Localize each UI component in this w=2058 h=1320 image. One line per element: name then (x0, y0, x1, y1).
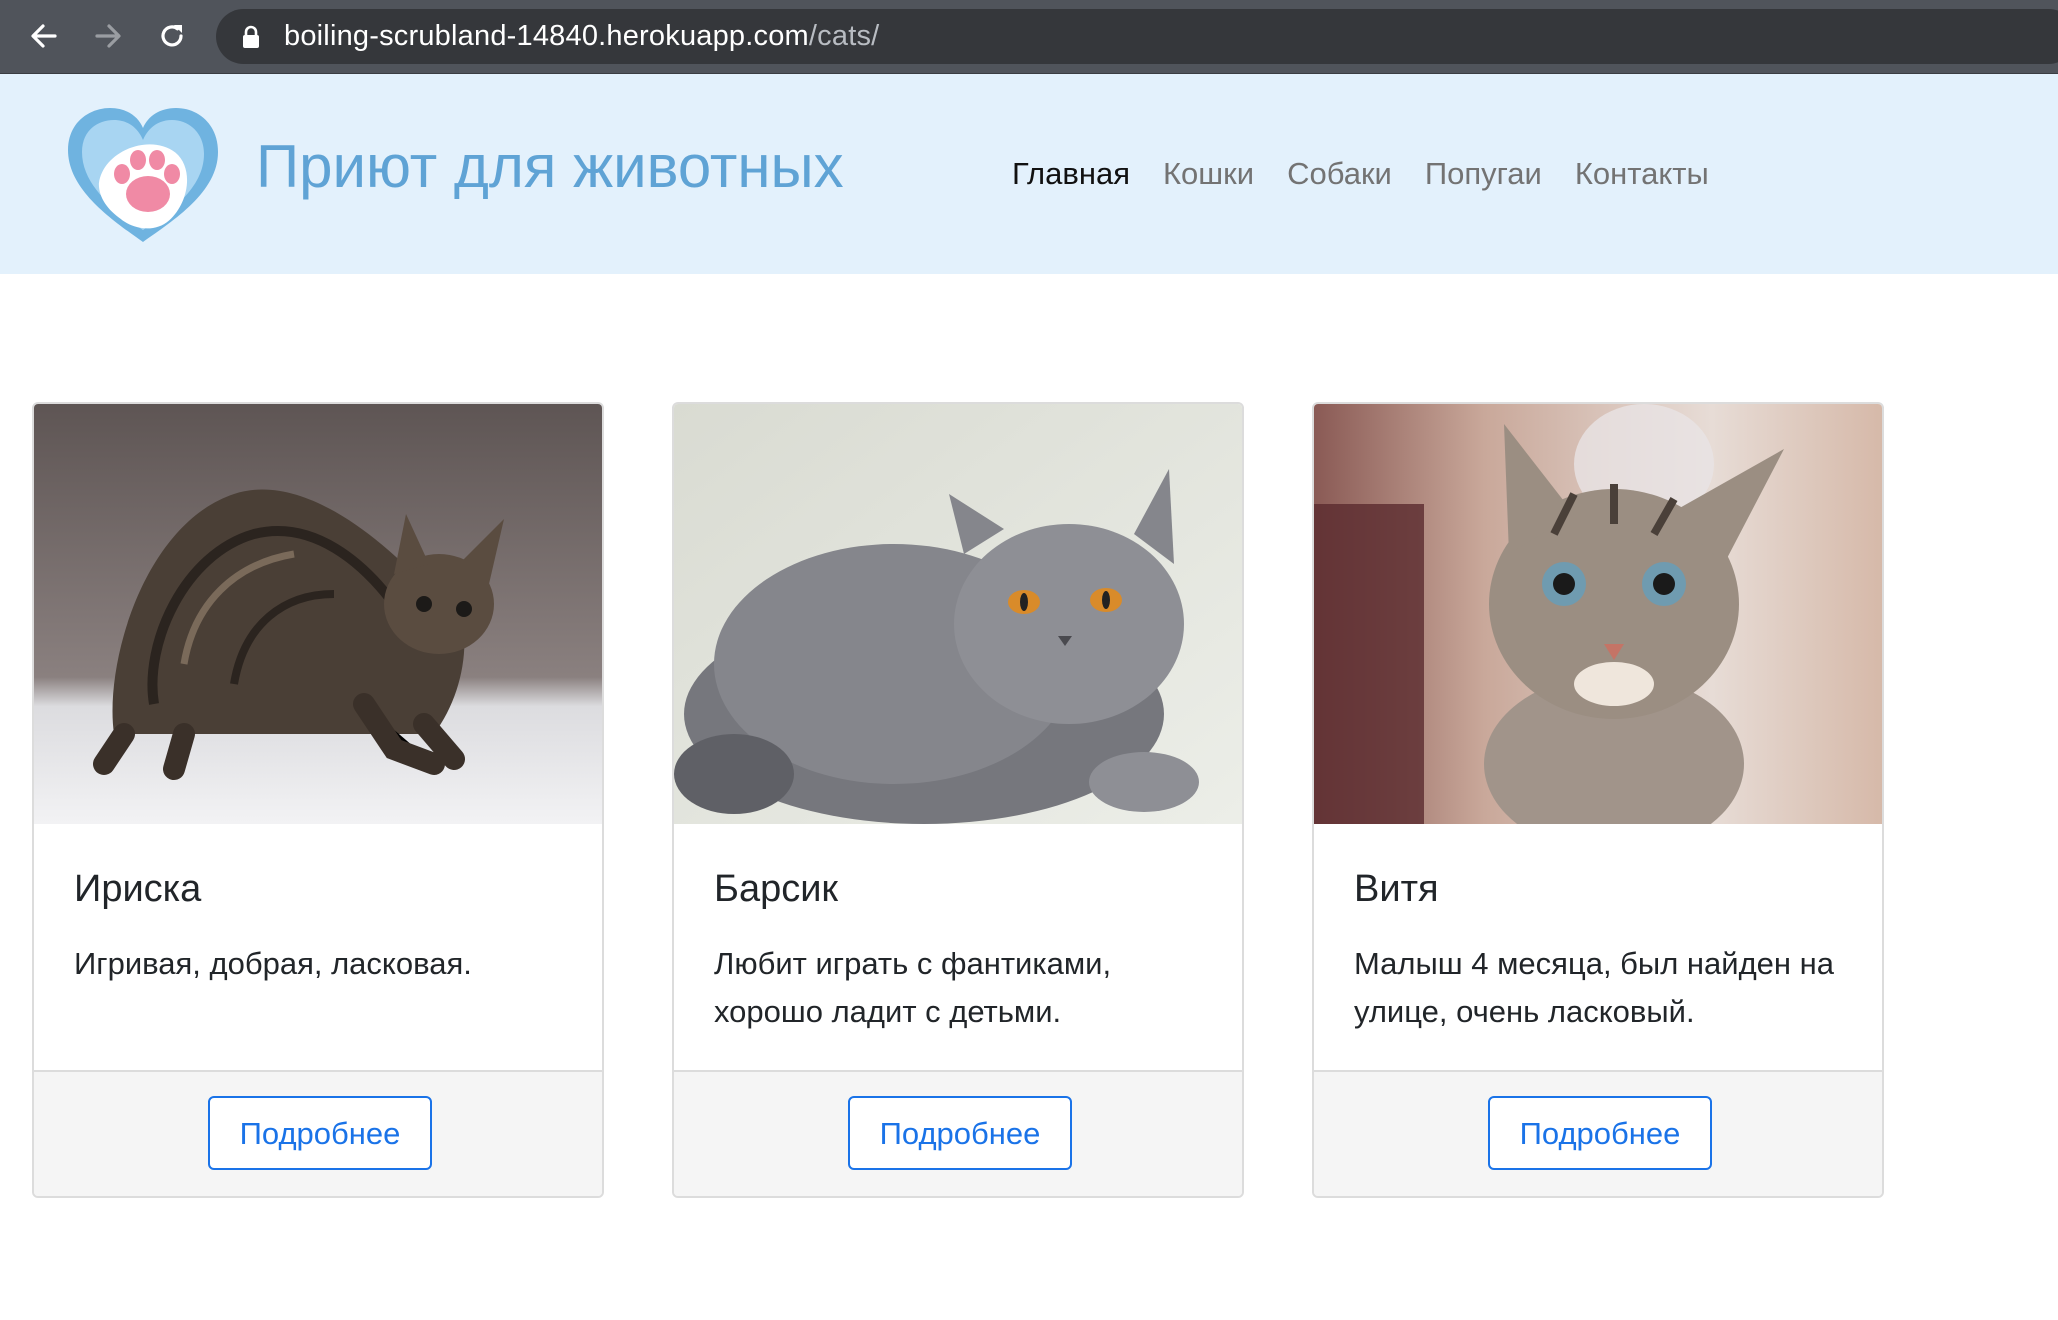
pet-name: Витя (1354, 868, 1439, 910)
site-brand[interactable]: Приют для животных (256, 132, 844, 201)
lock-icon (242, 25, 260, 54)
heart-paw-icon[interactable] (62, 102, 224, 248)
pet-name: Барсик (714, 868, 839, 910)
card-footer: Подробнее (1314, 1070, 1882, 1196)
card-footer: Подробнее (674, 1070, 1242, 1196)
cat-photo (674, 404, 1242, 824)
pet-description: Игривая, добрая, ласковая. (74, 946, 472, 981)
nav-parrots[interactable]: Попугаи (1425, 156, 1542, 192)
nav-dogs[interactable]: Собаки (1287, 156, 1392, 192)
pet-card: Ириска Игривая, добрая, ласковая. Подроб… (32, 402, 604, 1198)
reload-icon[interactable] (150, 14, 194, 58)
address-bar[interactable]: boiling-scrubland-14840.herokuapp.com/ca… (216, 9, 2058, 64)
nav-home[interactable]: Главная (1012, 156, 1130, 192)
details-button[interactable]: Подробнее (848, 1096, 1072, 1170)
card-footer: Подробнее (34, 1070, 602, 1196)
pet-name: Ириска (74, 868, 202, 910)
nav-contacts[interactable]: Контакты (1575, 156, 1709, 192)
url-path: /cats/ (808, 20, 880, 52)
url-host: boiling-scrubland-14840.herokuapp.com (284, 20, 809, 52)
pet-description: Любит играть с фантиками, хорошо ладит с… (714, 946, 1112, 1029)
pet-card: Витя Малыш 4 месяца, был найден на улице… (1312, 402, 1884, 1198)
details-button[interactable]: Подробнее (208, 1096, 432, 1170)
back-arrow-icon[interactable] (22, 14, 66, 58)
main-nav: Главная Кошки Собаки Попугаи Контакты (1012, 156, 1742, 192)
forward-arrow-icon[interactable] (86, 14, 130, 58)
kitten-photo (1314, 404, 1882, 824)
kitten-photo (34, 404, 602, 824)
browser-toolbar: boiling-scrubland-14840.herokuapp.com/ca… (0, 0, 2058, 74)
nav-cats[interactable]: Кошки (1163, 156, 1254, 192)
pet-description: Малыш 4 месяца, был найден на улице, оче… (1354, 946, 1835, 1029)
site-header: Приют для животных Главная Кошки Собаки … (0, 74, 2058, 274)
pet-card: Барсик Любит играть с фантиками, хорошо … (672, 402, 1244, 1198)
details-button[interactable]: Подробнее (1488, 1096, 1712, 1170)
url-text: boiling-scrubland-14840.herokuapp.com/ca… (284, 9, 879, 64)
